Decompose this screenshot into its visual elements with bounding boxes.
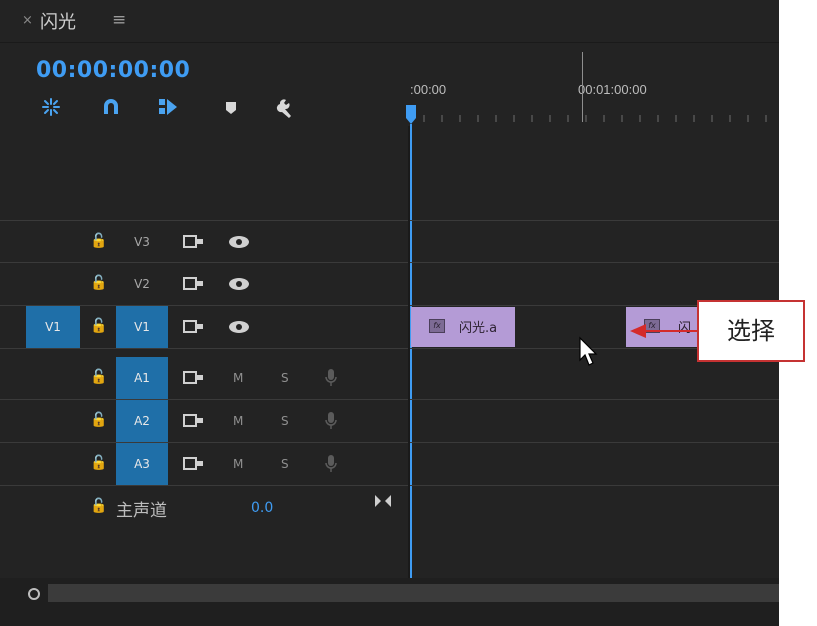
track-lock-icon[interactable]: 🔓 <box>90 369 107 385</box>
solo-button[interactable]: S <box>281 371 289 385</box>
sync-lock-icon[interactable] <box>183 370 205 386</box>
playhead-line[interactable] <box>410 124 412 580</box>
add-marker-icon[interactable] <box>220 96 242 118</box>
track-label-v2[interactable]: V2 <box>116 263 168 305</box>
track-divider <box>0 348 779 349</box>
playhead-handle[interactable] <box>405 104 417 126</box>
sync-lock-icon[interactable] <box>183 456 205 472</box>
ruler-mark-label: 00:01:00:00 <box>578 82 647 97</box>
panel-menu-icon[interactable]: ≡ <box>112 10 126 30</box>
solo-button[interactable]: S <box>281 414 289 428</box>
go-to-end-icon[interactable] <box>374 494 392 508</box>
voiceover-mic-icon[interactable] <box>324 368 338 388</box>
linked-selection-icon[interactable] <box>157 96 179 118</box>
track-label-a1[interactable]: A1 <box>116 357 168 399</box>
playhead-timecode[interactable]: 00:00:00:00 <box>36 58 190 83</box>
wrench-settings-icon[interactable] <box>276 96 298 118</box>
toggle-output-eye-icon[interactable] <box>228 277 250 291</box>
track-header-a1: 🔓 A1 M S <box>0 357 408 399</box>
voiceover-mic-icon[interactable] <box>324 454 338 474</box>
track-header-a3: 🔓 A3 M S <box>0 443 408 485</box>
sync-lock-icon[interactable] <box>183 319 205 335</box>
track-header-v1: V1 🔓 V1 <box>0 306 408 348</box>
track-lock-icon[interactable]: 🔓 <box>90 412 107 428</box>
header-separator <box>408 126 410 580</box>
track-header-a2: 🔓 A2 M S <box>0 400 408 442</box>
track-label-v1[interactable]: V1 <box>116 306 168 348</box>
tab-bar: × 闪光 ≡ <box>0 0 779 42</box>
timeline-panel: × 闪光 ≡ 00:00:00:00 :00:00 00:01:00:00 🔓 … <box>0 0 779 626</box>
fx-badge-icon: fx <box>429 319 445 333</box>
clip-name: 闪光.a <box>459 321 498 336</box>
mute-button[interactable]: M <box>233 371 243 385</box>
zoom-handle-icon[interactable] <box>28 588 40 600</box>
close-tab-icon[interactable]: × <box>22 13 33 28</box>
toggle-output-eye-icon[interactable] <box>228 320 250 334</box>
snap-in-sequence-icon[interactable] <box>40 96 62 118</box>
track-label-v3[interactable]: V3 <box>116 221 168 263</box>
master-track-header: 🔓 主声道 0.0 <box>0 486 408 528</box>
master-volume-value[interactable]: 0.0 <box>251 500 273 516</box>
track-lock-icon[interactable]: 🔓 <box>90 455 107 471</box>
source-patch-v1[interactable]: V1 <box>26 306 80 348</box>
track-lock-icon[interactable]: 🔓 <box>90 498 107 514</box>
ruler-start-label: :00:00 <box>410 82 447 97</box>
tab-divider <box>0 42 779 43</box>
voiceover-mic-icon[interactable] <box>324 411 338 431</box>
horizontal-scrollbar[interactable] <box>48 584 779 602</box>
sync-lock-icon[interactable] <box>183 276 205 292</box>
mouse-cursor-icon <box>579 336 598 366</box>
track-lock-icon[interactable]: 🔓 <box>90 318 107 334</box>
sync-lock-icon[interactable] <box>183 413 205 429</box>
toggle-output-eye-icon[interactable] <box>228 235 250 249</box>
ruler-ticks <box>423 115 767 122</box>
track-lock-icon[interactable]: 🔓 <box>90 233 107 249</box>
sequence-tab-title[interactable]: 闪光 <box>40 8 76 34</box>
sync-lock-icon[interactable] <box>183 234 205 250</box>
master-track-label: 主声道 <box>116 501 167 521</box>
annotation-callout: 选择 <box>697 300 805 362</box>
track-header-v3: 🔓 V3 <box>0 221 408 263</box>
track-lock-icon[interactable]: 🔓 <box>90 275 107 291</box>
track-label-a3[interactable]: A3 <box>116 443 168 485</box>
solo-button[interactable]: S <box>281 457 289 471</box>
time-ruler[interactable]: :00:00 00:01:00:00 <box>410 52 779 126</box>
annotation-arrow-icon <box>630 324 698 338</box>
magnet-snap-icon[interactable] <box>100 96 122 118</box>
mute-button[interactable]: M <box>233 414 243 428</box>
track-header-v2: 🔓 V2 <box>0 263 408 305</box>
track-label-a2[interactable]: A2 <box>116 400 168 442</box>
mute-button[interactable]: M <box>233 457 243 471</box>
video-clip[interactable]: fx 闪光.a <box>411 307 515 347</box>
callout-text: 选择 <box>727 317 775 345</box>
